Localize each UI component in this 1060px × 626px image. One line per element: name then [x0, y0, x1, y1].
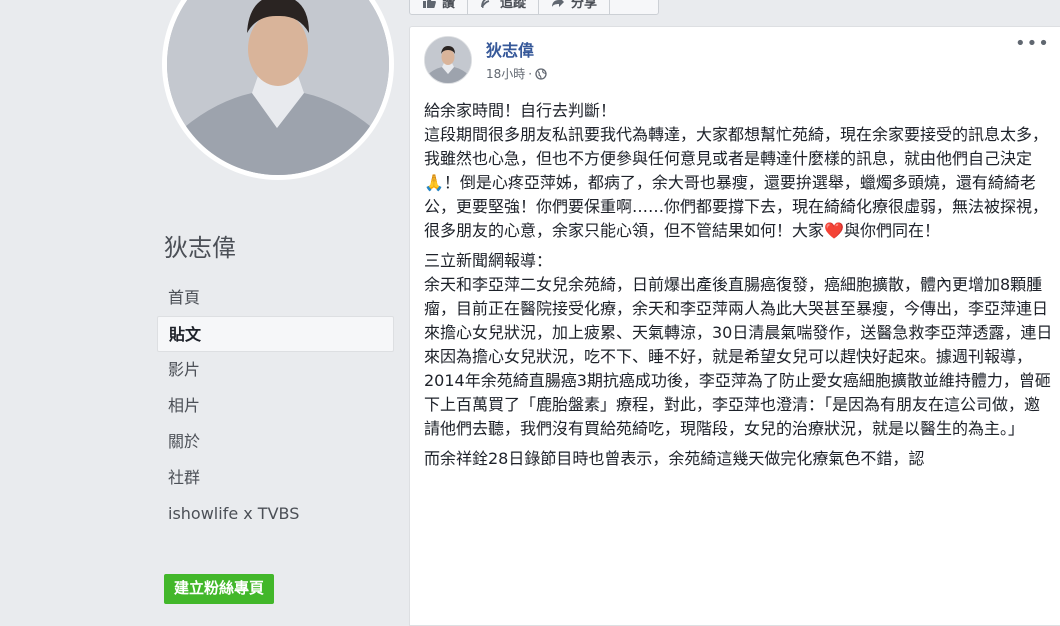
- left-nav: 首頁 貼文 影片 相片 關於 社群 ishowlife x TVBS: [157, 280, 394, 532]
- follow-page-label: 追蹤: [500, 0, 527, 11]
- like-page-button[interactable]: 讚: [410, 0, 469, 14]
- post-intro-line: 給余家時間！自行去判斷！: [424, 101, 617, 120]
- post-meta: 18小時 ·: [486, 65, 547, 82]
- page-name: 狄志偉: [164, 234, 236, 262]
- post-body: 給余家時間！自行去判斷！ 這段期間很多朋友私訊要我代為轉達，大家都想幫忙苑綺，現…: [424, 99, 1054, 477]
- news-paragraph: 余天和李亞萍二女兒余苑綺，日前爆出產後直腸癌復發，癌細胞擴散，體內更增加8顆腫瘤…: [424, 275, 1053, 438]
- nav-item-home[interactable]: 首頁: [157, 280, 394, 316]
- follow-icon: [481, 0, 490, 8]
- page-action-bar: 讚 追蹤 分享: [409, 0, 660, 15]
- share-page-button[interactable]: 分享: [539, 0, 611, 14]
- nav-item-videos[interactable]: 影片: [157, 352, 394, 388]
- nav-item-photos[interactable]: 相片: [157, 388, 394, 424]
- post-paragraph-1-text: 這段期間很多朋友私訊要我代為轉達，大家都想幫忙苑綺，現在余家要接受的訊息太多，我…: [424, 125, 1049, 240]
- nav-item-about[interactable]: 關於: [157, 424, 394, 460]
- create-page-button[interactable]: 建立粉絲專頁: [164, 574, 275, 604]
- post-options-button[interactable]: •••: [1015, 33, 1050, 54]
- nav-item-posts[interactable]: 貼文: [157, 316, 394, 352]
- avatar-image: [425, 37, 471, 83]
- post-timestamp[interactable]: 18小時: [486, 65, 525, 82]
- share-icon: [552, 0, 565, 7]
- heart-emoji: ❤️: [824, 221, 844, 240]
- more-actions-button[interactable]: [610, 0, 658, 14]
- globe-icon[interactable]: [535, 67, 547, 80]
- meta-separator: ·: [528, 66, 533, 81]
- like-page-label: 讚: [442, 0, 456, 11]
- post-card: 狄志偉 18小時 · ••• 給余家時間！自行去判斷！ 這段期間很多朋友私訊要我…: [409, 26, 1060, 626]
- news-heading: 三立新聞網報導：: [424, 251, 553, 270]
- news-paragraph-2: 而余祥銓28日錄節目時也曾表示，余苑綺這幾天做完化療氣色不錯，認: [424, 449, 925, 468]
- share-page-label: 分享: [571, 0, 598, 11]
- profile-photo-image: [167, 0, 389, 175]
- nav-item-community[interactable]: 社群: [157, 460, 394, 496]
- post-paragraph-1-end: 與你們同在！: [843, 221, 940, 240]
- post-author-avatar[interactable]: [424, 36, 472, 84]
- nav-item-ishowlife[interactable]: ishowlife x TVBS: [157, 496, 394, 532]
- follow-page-button[interactable]: 追蹤: [468, 0, 540, 14]
- thumbs-up-icon: [423, 0, 436, 8]
- post-paragraph-1: 這段期間很多朋友私訊要我代為轉達，大家都想幫忙苑綺，現在余家要接受的訊息太多，我…: [424, 123, 1054, 243]
- post-author-name[interactable]: 狄志偉: [486, 37, 534, 61]
- profile-picture[interactable]: [162, 0, 394, 180]
